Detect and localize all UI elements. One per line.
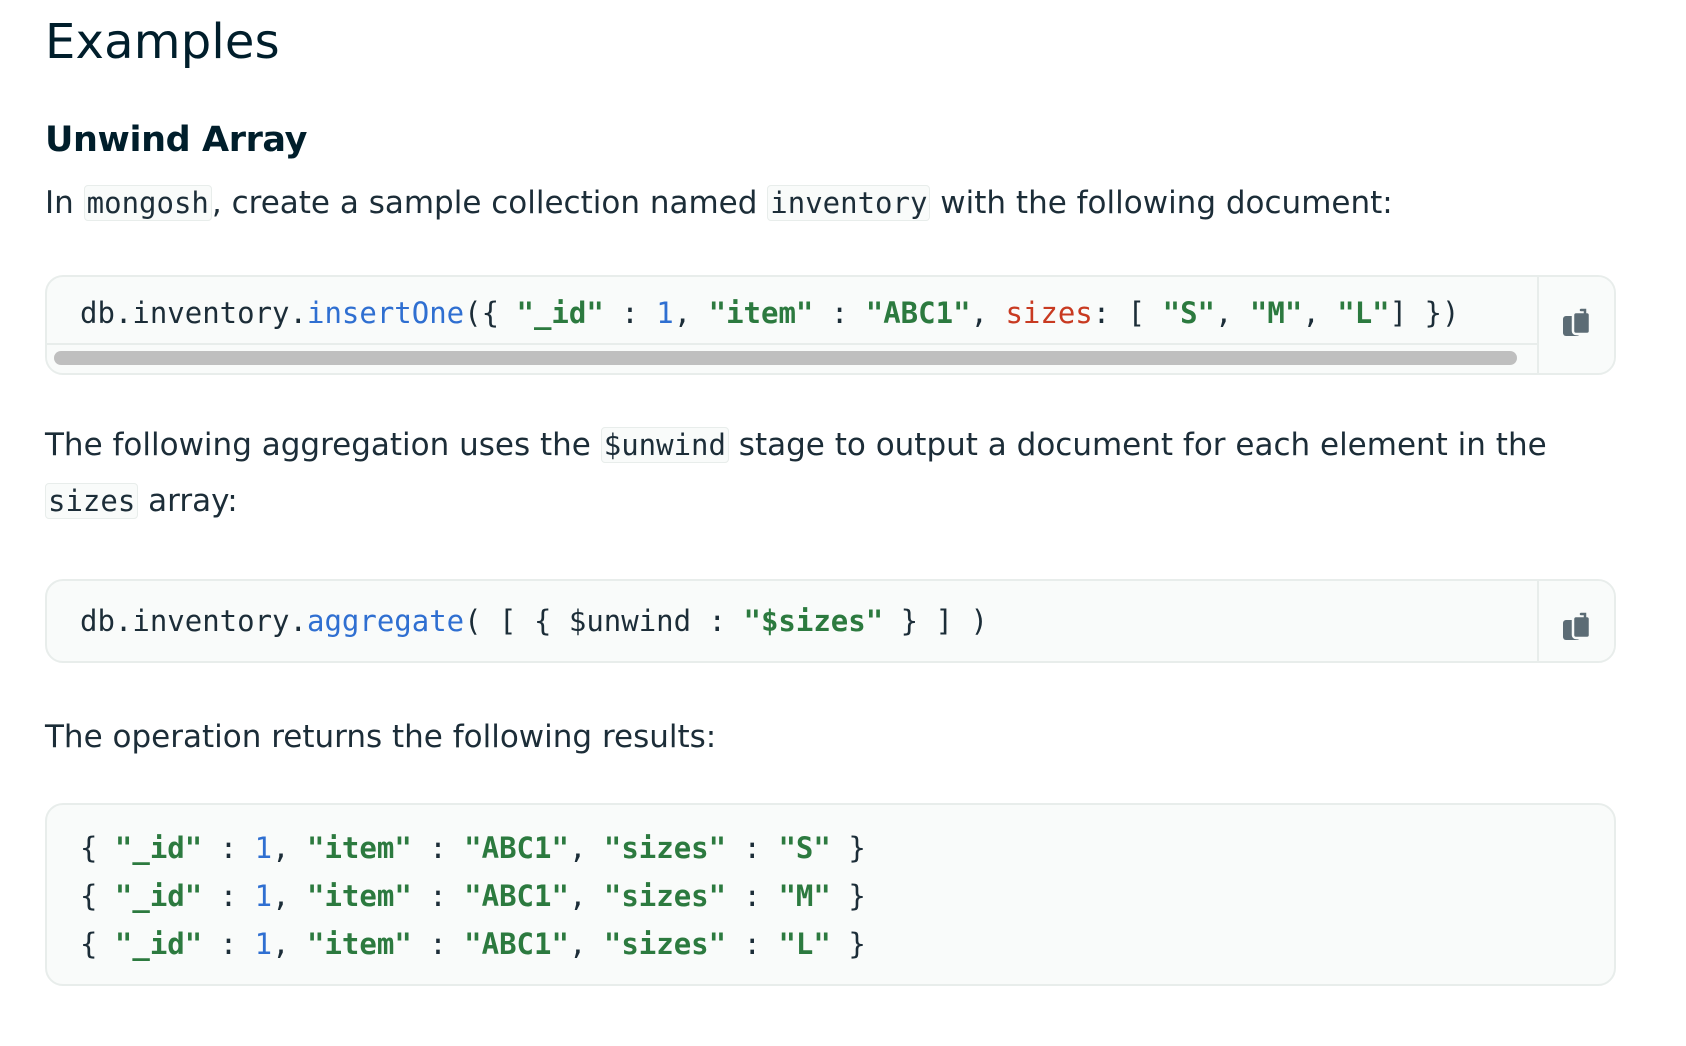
code-token: : <box>411 926 465 961</box>
code-token: : <box>202 926 255 961</box>
code-token-string: "_id" <box>114 830 203 865</box>
code-token: } <box>830 830 866 865</box>
code-token: , <box>1215 295 1250 330</box>
code-token: : <box>603 295 657 330</box>
code-token: db.inventory. <box>80 295 307 330</box>
para-text: The following aggregation uses the <box>45 426 601 463</box>
code-token: db.inventory. <box>80 603 307 638</box>
code-token-string: "_id" <box>114 926 203 961</box>
para-text: stage to output a document for each elem… <box>728 426 1547 463</box>
code-aggregate: db.inventory.aggregate( [ { $unwind : "$… <box>47 581 1614 645</box>
intro-text-middle: , create a sample collection named <box>211 184 768 221</box>
code-token: : <box>726 830 779 865</box>
code-token: : <box>411 830 465 865</box>
code-token: } <box>830 878 866 913</box>
section-title: Unwind Array <box>45 119 307 160</box>
scrollbar-thumb[interactable] <box>54 350 1517 365</box>
code-token: , <box>673 295 709 330</box>
code-token-string: "S" <box>1162 295 1215 330</box>
code-token-string: "M" <box>1249 295 1303 330</box>
code-token-string: "_id" <box>114 878 203 913</box>
code-token-key: sizes <box>1005 295 1093 330</box>
code-token-method: aggregate <box>306 603 465 638</box>
code-token: , <box>1302 295 1338 330</box>
code-token: , <box>568 830 604 865</box>
page-title: Examples <box>45 14 280 70</box>
results-paragraph: The operation returns the following resu… <box>45 718 717 755</box>
code-token-string: "_id" <box>516 295 604 330</box>
code-token-string: "ABC1" <box>464 830 569 865</box>
code-token-string: "sizes" <box>603 926 727 961</box>
copy-icon[interactable] <box>1560 611 1594 645</box>
code-token-string: "item" <box>708 295 814 330</box>
copy-icon[interactable] <box>1560 307 1594 341</box>
code-token: , <box>970 295 1006 330</box>
inline-code-inventory: inventory <box>767 184 931 221</box>
code-results: { "_id" : 1, "item" : "ABC1", "sizes" : … <box>47 805 1614 968</box>
code-token-string: "M" <box>778 878 831 913</box>
code-token-string: "sizes" <box>603 878 727 913</box>
code-token-string: "sizes" <box>603 830 727 865</box>
code-token-string: "item" <box>307 878 412 913</box>
code-token: : <box>202 878 255 913</box>
intro-text-prefix: In <box>45 184 84 221</box>
code-token: { <box>80 878 115 913</box>
code-token-string: "ABC1" <box>464 926 569 961</box>
code-block-results: { "_id" : 1, "item" : "ABC1", "sizes" : … <box>45 802 1616 986</box>
code-token: ] }) <box>1389 295 1460 330</box>
code-token: , <box>568 926 604 961</box>
code-token-string: "item" <box>307 926 412 961</box>
code-token-number: 1 <box>656 295 674 330</box>
code-token-number: 1 <box>254 926 273 961</box>
code-token-string: "ABC1" <box>865 295 971 330</box>
code-token: } <box>830 926 866 961</box>
code-token: : <box>726 878 779 913</box>
code-token-number: 1 <box>254 830 273 865</box>
intro-paragraph: In mongosh, create a sample collection n… <box>45 175 1641 231</box>
code-token-string: "L" <box>1337 295 1390 330</box>
horizontal-scrollbar[interactable] <box>47 342 1539 373</box>
inline-code-mongosh: mongosh <box>83 184 212 221</box>
code-token: : <box>411 878 465 913</box>
inline-code-sizes: sizes <box>45 482 139 519</box>
code-token: } ] ) <box>883 603 988 638</box>
code-token-string: "ABC1" <box>464 878 569 913</box>
code-token: ( [ { $unwind : <box>464 603 744 638</box>
intro-text-suffix: with the following document: <box>930 184 1393 221</box>
code-token: : <box>813 295 866 330</box>
result-line: { "_id" : 1, "item" : "ABC1", "sizes" : … <box>80 831 866 865</box>
code-token-string: "L" <box>778 926 831 961</box>
code-token: , <box>272 878 308 913</box>
code-token-string: "item" <box>307 830 412 865</box>
code-token-string: "$sizes" <box>743 603 884 638</box>
code-token: ({ <box>464 295 517 330</box>
aggregation-paragraph: The following aggregation uses the $unwi… <box>45 417 1641 529</box>
result-line: { "_id" : 1, "item" : "ABC1", "sizes" : … <box>80 927 866 961</box>
code-token: { <box>80 926 115 961</box>
code-token: , <box>568 878 604 913</box>
docs-content: Examples Unwind Array In mongosh, create… <box>0 0 1641 986</box>
inline-code-unwind: $unwind <box>600 426 729 463</box>
code-token-method: insertOne <box>306 295 465 330</box>
result-line: { "_id" : 1, "item" : "ABC1", "sizes" : … <box>80 879 866 913</box>
code-token: : <box>202 830 255 865</box>
code-token: : [ <box>1092 295 1163 330</box>
copy-panel <box>1537 580 1614 661</box>
code-insert: db.inventory.insertOne({ "_id" : 1, "ite… <box>47 277 1614 337</box>
code-token-number: 1 <box>254 878 273 913</box>
code-token: , <box>272 926 308 961</box>
code-block-insert: db.inventory.insertOne({ "_id" : 1, "ite… <box>45 274 1616 375</box>
para-text: array: <box>138 482 238 519</box>
code-block-aggregate: db.inventory.aggregate( [ { $unwind : "$… <box>45 578 1616 663</box>
code-token: : <box>726 926 779 961</box>
code-token-string: "S" <box>778 830 831 865</box>
code-token: , <box>272 830 308 865</box>
copy-panel <box>1537 276 1614 373</box>
code-token: { <box>80 830 115 865</box>
